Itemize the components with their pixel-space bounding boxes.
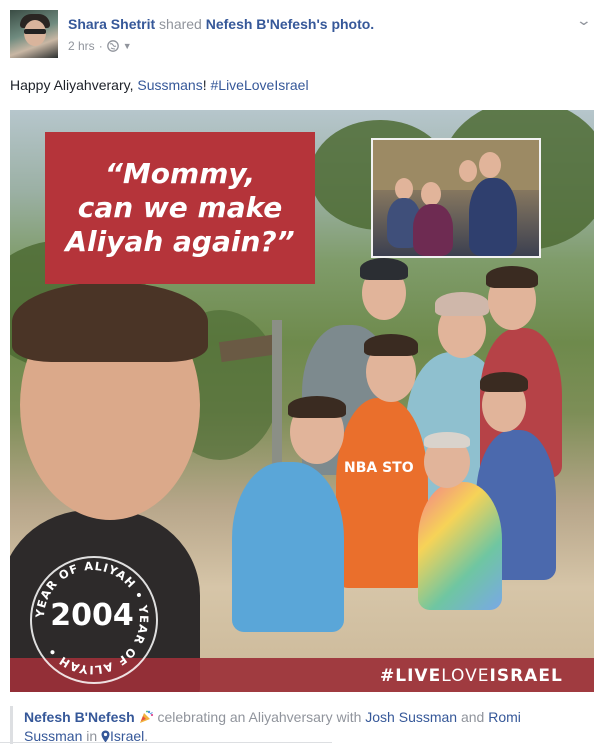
trail-post — [272, 320, 282, 480]
post-text-mid: ! — [202, 77, 211, 93]
shared-photo[interactable]: NBA STO “Mommy, can we make Aliyah again… — [10, 110, 594, 692]
quote-line-2: can we make — [77, 191, 283, 224]
father-cap — [360, 258, 408, 280]
post-text-prefix: Happy Aliyahverary, — [10, 77, 138, 93]
audience-caret-icon[interactable]: ▼ — [123, 41, 132, 51]
selfie-teen-hair — [12, 282, 208, 362]
tagged-person-1[interactable]: Josh Sussman — [365, 709, 457, 725]
bottom-divider — [0, 742, 332, 743]
badge-year: 2004 — [50, 598, 134, 633]
footer-and: and — [457, 709, 489, 725]
quote-box: “Mommy, can we make Aliyah again?” — [45, 132, 315, 284]
inset-child2-head — [459, 160, 477, 182]
footer-page-link[interactable]: Nefesh B'Nefesh — [24, 709, 135, 725]
footer-activity: celebrating an Aliyahversary with — [157, 709, 366, 725]
banner-hashtag-israel: ISRAEL — [489, 666, 563, 686]
source-page-link[interactable]: Nefesh B'Nefesh — [206, 16, 317, 32]
banner-hashtag-prefix: # — [380, 666, 396, 686]
attachment-divider — [10, 706, 13, 744]
attachment-caption: Nefesh B'Nefesh celebrating an Aliyahver… — [24, 708, 564, 746]
banner-hashtag-live: LIVE — [395, 666, 442, 686]
hashtag-link[interactable]: #LiveLoveIsrael — [211, 77, 309, 93]
boy-navy-hair — [480, 372, 528, 392]
inset-mother-head — [421, 182, 441, 206]
shared-verb: shared — [159, 16, 202, 32]
inset-father-head — [479, 152, 501, 178]
banner-hashtag: #LIVELOVEISRAEL — [380, 666, 563, 686]
inset-child1-head — [395, 178, 413, 200]
party-popper-icon — [139, 710, 153, 723]
boy-blue-figure — [232, 462, 344, 632]
boy-orange-hair — [364, 334, 418, 356]
shirt-text: NBA STO — [344, 460, 414, 476]
avatar-glasses — [24, 29, 46, 34]
inset-mother — [413, 204, 453, 256]
mother-headscarf — [435, 292, 489, 316]
boy-orange-figure — [336, 398, 428, 588]
author-avatar[interactable] — [10, 10, 58, 58]
mention-link[interactable]: Sussmans — [137, 77, 202, 93]
boy-tiedye-kippah — [424, 432, 470, 448]
post-header: Shara Shetrit shared Nefesh B'Nefesh's p… — [68, 15, 374, 33]
quote-line-1: “Mommy, — [104, 157, 256, 190]
chevron-down-icon[interactable]: ⌄ — [576, 12, 592, 29]
meta-separator: · — [98, 39, 103, 53]
banner-hashtag-love: LOVE — [441, 666, 490, 686]
timestamp-link[interactable]: 2 hrs — [68, 39, 95, 53]
inset-family-photo — [371, 138, 541, 258]
inset-father — [469, 178, 517, 256]
author-name-link[interactable]: Shara Shetrit — [68, 16, 155, 32]
post-meta: 2 hrs · ▼ — [68, 39, 132, 53]
source-suffix[interactable]: 's photo. — [316, 16, 374, 32]
quote-line-3: Aliyah again?” — [65, 225, 295, 258]
teen-hair — [486, 266, 538, 288]
globe-icon[interactable] — [106, 40, 119, 52]
post-message: Happy Aliyahverary, Sussmans! #LiveLoveI… — [10, 76, 309, 94]
boy-tiedye-figure — [418, 482, 502, 610]
boy-blue-hair — [288, 396, 346, 418]
